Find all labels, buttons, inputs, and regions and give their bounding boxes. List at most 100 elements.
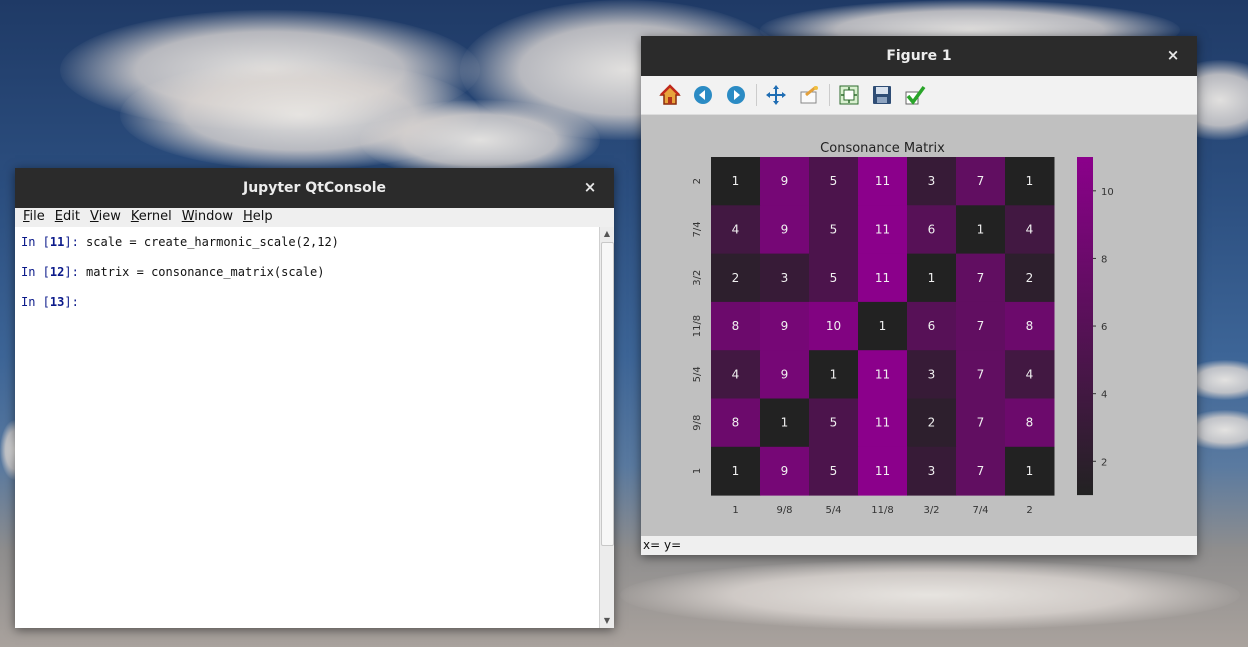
check-icon[interactable]: [902, 82, 928, 108]
cell-label: 1: [732, 174, 740, 188]
cell-label: 4: [1026, 367, 1034, 381]
cell-label: 5: [830, 271, 838, 285]
y-tick-label: 9/8: [692, 415, 703, 431]
cell-label: 3: [928, 367, 936, 381]
cell-label: 1: [781, 416, 789, 430]
x-tick-label: 2: [1026, 505, 1032, 516]
cell-label: 11: [875, 367, 890, 381]
zoom-icon[interactable]: [796, 82, 822, 108]
cell-label: 11: [875, 174, 890, 188]
cell-label: 8: [732, 319, 740, 333]
cell-label: 1: [830, 367, 838, 381]
cell-label: 5: [830, 222, 838, 236]
cell-label: 9: [781, 319, 789, 333]
input-cell[interactable]: In [13]:: [21, 295, 594, 325]
menu-window[interactable]: Window: [177, 208, 238, 227]
colorbar-tick-label: 4: [1101, 390, 1107, 401]
input-cell[interactable]: In [11]: scale = create_harmonic_scale(2…: [21, 235, 594, 265]
cell-label: 7: [977, 319, 985, 333]
menu-view[interactable]: View: [85, 208, 126, 227]
x-tick-label: 11/8: [871, 505, 893, 516]
back-icon[interactable]: [690, 82, 716, 108]
y-tick-label: 11/8: [692, 315, 703, 337]
vertical-scrollbar[interactable]: ▲ ▼: [599, 227, 614, 628]
y-tick-label: 1: [692, 468, 703, 474]
menu-kernel[interactable]: Kernel: [126, 208, 177, 227]
colorbar-tick-label: 8: [1101, 254, 1107, 265]
colorbar: [1077, 157, 1093, 496]
figure-titlebar[interactable]: Figure 1 ×: [641, 36, 1197, 76]
cell-label: 7: [977, 174, 985, 188]
cell-label: 3: [928, 464, 936, 478]
cell-label: 8: [732, 416, 740, 430]
cell-label: 4: [732, 367, 740, 381]
cell-label: 2: [1026, 271, 1034, 285]
cell-label: 7: [977, 464, 985, 478]
colorbar-tick-label: 10: [1101, 187, 1114, 198]
cell-label: 9: [781, 367, 789, 381]
scroll-down-icon[interactable]: ▼: [600, 614, 614, 628]
cell-label: 8: [1026, 416, 1034, 430]
window-title: Figure 1: [886, 48, 952, 64]
cell-label: 2: [732, 271, 740, 285]
cell-label: 4: [732, 222, 740, 236]
x-tick-label: 9/8: [776, 505, 792, 516]
menu-edit[interactable]: Edit: [50, 208, 85, 227]
cell-label: 1: [1026, 464, 1034, 478]
cell-label: 5: [830, 464, 838, 478]
pan-icon[interactable]: [763, 82, 789, 108]
jupyter-qtconsole-window[interactable]: Jupyter QtConsole × File Edit View Kernel Wi…: [15, 168, 614, 628]
cell-label: 11: [875, 416, 890, 430]
scroll-up-icon[interactable]: ▲: [600, 227, 614, 241]
input-prompt: In [12]:: [21, 265, 87, 279]
home-icon[interactable]: [657, 82, 683, 108]
save-icon[interactable]: [869, 82, 895, 108]
heatmap-plot[interactable]: Consonance Matrix1 9 5 11 3 7 14 9 5 11 6 1 42 3 5 11 1 7…: [641, 115, 1197, 555]
cell-label: 10: [826, 319, 841, 333]
cell-label: 1: [928, 271, 936, 285]
y-tick-label: 2: [692, 178, 703, 184]
figure-toolbar: [641, 76, 1197, 115]
menubar: File Edit View Kernel Window Help: [15, 208, 614, 227]
menu-file[interactable]: File: [18, 208, 50, 227]
console-area[interactable]: In [11]: scale = create_harmonic_scale(2…: [15, 227, 600, 628]
cell-label: 3: [928, 174, 936, 188]
cell-label: 7: [977, 416, 985, 430]
input-prompt: In [11]:: [21, 235, 87, 249]
cell-label: 8: [1026, 319, 1034, 333]
y-tick-label: 7/4: [692, 221, 703, 237]
x-tick-label: 3/2: [923, 505, 939, 516]
jupyter-titlebar[interactable]: Jupyter QtConsole ×: [15, 168, 614, 208]
cell-label: 1: [1026, 174, 1034, 188]
cell-label: 5: [830, 416, 838, 430]
cell-label: 2: [928, 416, 936, 430]
close-icon[interactable]: ×: [1163, 45, 1183, 65]
menu-help[interactable]: Help: [238, 208, 278, 227]
toolbar-separator: [756, 84, 757, 106]
figure-window[interactable]: Figure 1 × Consonance Matrix 1 9 5 11 3 7 1 4 9: [641, 36, 1197, 555]
subplots-icon[interactable]: [836, 82, 862, 108]
cell-label: 6: [928, 319, 936, 333]
chart-title: Consonance Matrix: [820, 141, 945, 156]
colorbar-tick-label: 6: [1101, 322, 1107, 333]
toolbar-separator: [829, 84, 830, 106]
scroll-thumb[interactable]: [601, 242, 614, 546]
cell-label: 6: [928, 222, 936, 236]
input-prompt: In [13]:: [21, 295, 79, 309]
window-title: Jupyter QtConsole: [243, 180, 386, 196]
y-tick-label: 5/4: [692, 366, 703, 382]
cell-label: 5: [830, 174, 838, 188]
status-bar: x= y=: [641, 536, 1197, 555]
cell-label: 1: [977, 222, 985, 236]
colorbar-tick-label: 2: [1101, 457, 1107, 468]
code-text: matrix = consonance_matrix(scale): [86, 265, 325, 279]
cell-label: 3: [781, 271, 789, 285]
forward-icon[interactable]: [723, 82, 749, 108]
cell-label: 11: [875, 464, 890, 478]
close-icon[interactable]: ×: [580, 177, 600, 197]
input-cell[interactable]: In [12]: matrix = consonance_matrix(scal…: [21, 265, 594, 295]
code-text: scale = create_harmonic_scale(2,12): [86, 235, 339, 249]
x-tick-label: 5/4: [825, 505, 841, 516]
cell-label: 1: [732, 464, 740, 478]
cell-label: 4: [1026, 222, 1034, 236]
